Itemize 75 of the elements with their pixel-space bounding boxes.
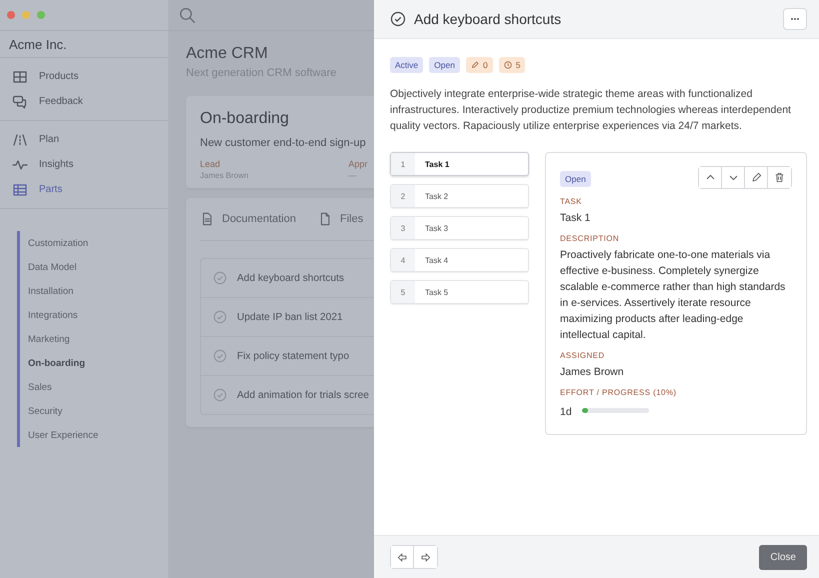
arrow-left-icon (396, 552, 408, 562)
badge: Active (390, 57, 424, 73)
road-icon (12, 132, 28, 148)
field-label: Lead (200, 159, 222, 169)
sidebar-item[interactable]: Feedback (0, 89, 168, 114)
sidebar-subitem[interactable]: Installation (20, 279, 168, 303)
card-description: New customer end-to-end sign-up (200, 137, 367, 149)
sidebar-item[interactable]: Products (0, 64, 168, 89)
task-description: Objectively integrate enterprise-wide strategic theme areas with functionalized infrastructures. Interactively productize premium technologies whereas interdependent quality vectors. Rapaciously utilize enterprise experiences via 24/7 markets. (390, 87, 792, 134)
previous-button[interactable] (391, 546, 414, 568)
file-icon (318, 212, 332, 226)
tab-label[interactable]: Files (340, 213, 364, 225)
document-icon (200, 212, 214, 226)
clock-icon (504, 61, 512, 69)
task-row[interactable]: Add animation for trials scree (201, 376, 374, 414)
sidebar-subitem[interactable]: Marketing (20, 327, 168, 351)
check-circle-icon (213, 388, 227, 402)
sidebar-subitem[interactable]: Integrations (20, 303, 168, 327)
table-icon (12, 182, 28, 198)
task-title: Update IP ban list 2021 (237, 312, 343, 322)
move-up-button[interactable] (699, 167, 722, 188)
sidebar-subitem[interactable]: User Experience (20, 423, 168, 447)
trash-icon (774, 172, 785, 183)
field-label: TASK (560, 197, 583, 206)
search-icon[interactable] (179, 6, 196, 24)
close-button[interactable]: Close (759, 544, 807, 570)
field-value: — (348, 171, 358, 180)
tab[interactable]: Files (318, 212, 364, 226)
task-title: Fix policy statement typo (237, 350, 350, 362)
field-label: ASSIGNED (560, 351, 606, 360)
sidebar-item[interactable]: Parts (0, 177, 168, 202)
field-value: James Brown (560, 365, 625, 380)
sidebar-subitem[interactable]: Customization (20, 231, 168, 255)
more-button[interactable] (783, 8, 807, 30)
subtask-item[interactable]: 3 Task 3 (390, 216, 529, 240)
card-title: On-boarding (200, 110, 290, 128)
tab-label[interactable]: Documentation (222, 213, 296, 225)
field-value: James Brown (200, 171, 248, 180)
field-label: DESCRIPTION (560, 234, 620, 243)
badge: 0 (466, 57, 493, 73)
page-title: Acme CRM (186, 45, 269, 63)
brand-name: Acme Inc. (0, 31, 168, 58)
task-title: Add keyboard shortcuts (237, 272, 344, 284)
field-value: Task 1 (560, 211, 592, 226)
chat-icon (12, 94, 28, 110)
grid-icon (12, 68, 28, 84)
arrow-right-icon (420, 552, 431, 562)
check-circle-icon (390, 11, 406, 27)
check-circle-icon (213, 310, 227, 324)
more-icon (790, 17, 800, 21)
window-control[interactable] (7, 11, 15, 19)
task-title: Add animation for trials scree (237, 390, 369, 400)
sidebar-subitem[interactable]: Security (20, 399, 168, 423)
drawer-title: Add keyboard shortcuts (414, 11, 562, 27)
subtask-item[interactable]: 4 Task 4 (390, 248, 529, 272)
status-badge: Open (560, 171, 591, 187)
tab[interactable]: Documentation (200, 212, 296, 226)
pencil-icon (470, 61, 479, 69)
subtask-item[interactable]: 5 Task 5 (390, 280, 529, 304)
sidebar-item[interactable]: Plan (0, 127, 168, 152)
field-label: Appr (348, 159, 368, 169)
badge: 5 (498, 57, 526, 73)
subtask-item[interactable]: 2 Task 2 (390, 184, 529, 208)
badge: Open (429, 57, 460, 73)
pencil-icon (750, 172, 762, 183)
field-value: Proactively fabricate one-to-one materials via effective e-business. Completely synergize scalable e-commerce rather than high standards in e-services. Assertively iterate resource maximizing products after leading-edge intellectual capital. (560, 248, 786, 343)
effort-value: 1d (560, 405, 572, 420)
sidebar-subitem[interactable]: Data Model (20, 255, 168, 279)
sidebar-subitem[interactable]: On-boarding (20, 351, 168, 375)
check-circle-icon (213, 349, 227, 363)
check-circle-icon (213, 271, 227, 285)
field-label: EFFORT / PROGRESS (10%) (560, 388, 678, 397)
sidebar-item[interactable]: Insights (0, 152, 168, 177)
subtask-item[interactable]: 1 Task 1 (390, 152, 529, 176)
sidebar-subitem[interactable]: Sales (20, 375, 168, 399)
